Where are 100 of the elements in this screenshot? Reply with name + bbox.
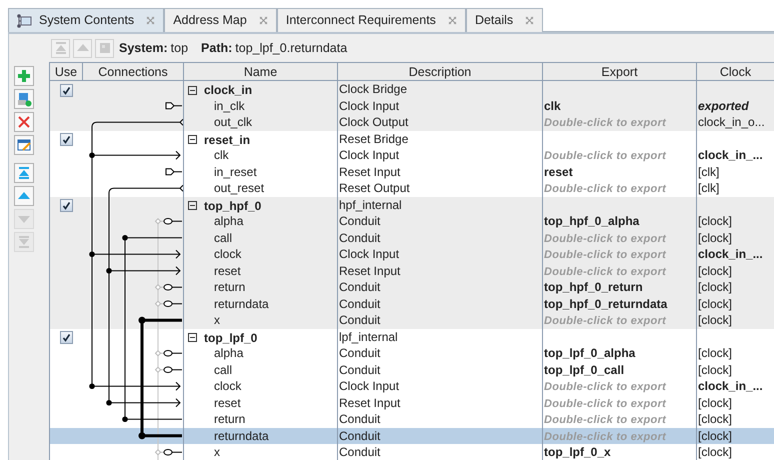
- port-description: Reset Input: [339, 396, 400, 410]
- port-description: Reset Output: [339, 181, 410, 195]
- side-button[interactable]: [14, 89, 34, 109]
- side-button[interactable]: [14, 163, 34, 183]
- port-name[interactable]: returndata: [214, 296, 269, 310]
- module-description: Reset Bridge: [339, 132, 408, 146]
- clock-value: [clock]: [698, 362, 732, 376]
- side-button[interactable]: [14, 66, 34, 86]
- close-icon[interactable]: [448, 16, 457, 25]
- module-name: reset_in: [204, 132, 250, 148]
- port-description: Clock Input: [339, 148, 400, 162]
- port-name[interactable]: reset: [214, 264, 241, 278]
- port-description: Clock Input: [339, 98, 400, 112]
- port-description: Conduit: [339, 214, 380, 228]
- port-description: Reset Input: [339, 164, 400, 178]
- clock-value: [clock]: [698, 428, 732, 442]
- clock-value: [clock]: [698, 230, 732, 244]
- module-name: top_hpf_0: [204, 198, 262, 214]
- clock-value: [clock]: [698, 396, 732, 410]
- port-description: Reset Input: [339, 264, 400, 278]
- export-name[interactable]: top_hpf_0_returndata: [544, 296, 668, 310]
- system-icon: [17, 14, 33, 28]
- port-description: Conduit: [339, 362, 380, 376]
- port-description: Conduit: [339, 296, 380, 310]
- module-description: lpf_internal: [339, 330, 398, 344]
- tab[interactable]: Details: [466, 8, 544, 32]
- port-description: Clock Output: [339, 115, 408, 129]
- clock-value: clock_in_...: [698, 148, 763, 162]
- collapse-icon[interactable]: [188, 333, 197, 342]
- port-name[interactable]: in_reset: [214, 164, 257, 178]
- side-button[interactable]: [14, 186, 34, 206]
- port-name[interactable]: alpha: [214, 214, 244, 228]
- close-icon[interactable]: [525, 16, 534, 25]
- plus-icon: [16, 68, 32, 84]
- port-name[interactable]: x: [214, 445, 220, 459]
- port-name[interactable]: returndata: [214, 428, 269, 442]
- move-bottom-icon: [16, 234, 32, 250]
- clock-value: [clock]: [698, 280, 732, 294]
- port-description: Clock Input: [339, 247, 400, 261]
- collapse-icon[interactable]: [188, 135, 197, 144]
- port-name[interactable]: out_reset: [214, 181, 264, 195]
- clock-value: [clock]: [698, 412, 732, 426]
- port-description: Conduit: [339, 428, 380, 442]
- use-checkbox[interactable]: [60, 331, 72, 344]
- side-button[interactable]: [14, 112, 34, 132]
- clock-value: [clock]: [698, 296, 732, 310]
- clock-value: [clk]: [698, 164, 720, 178]
- port-description: Conduit: [339, 313, 380, 327]
- side-button[interactable]: [14, 135, 34, 155]
- clock-value: [clock]: [698, 264, 732, 278]
- tab[interactable]: Address Map: [164, 8, 277, 32]
- collapse-icon[interactable]: [188, 201, 197, 210]
- port-name[interactable]: return: [214, 412, 246, 426]
- clock-value: clock_in_o...: [698, 115, 765, 129]
- system-label: System:: [119, 40, 168, 57]
- port-description: Clock Input: [339, 379, 400, 393]
- port-name[interactable]: in_clk: [214, 98, 245, 112]
- close-icon[interactable]: [258, 16, 268, 25]
- move-top-icon: [16, 165, 32, 181]
- port-name[interactable]: call: [214, 230, 232, 244]
- port-name[interactable]: alpha: [214, 346, 244, 360]
- port-name[interactable]: reset: [214, 396, 241, 410]
- system-name: top: [170, 40, 188, 57]
- column-header[interactable]: Use: [50, 63, 82, 82]
- port-name[interactable]: clk: [214, 148, 229, 162]
- clock-value: exported: [698, 98, 749, 112]
- export-name[interactable]: top_lpf_0_x: [544, 445, 611, 459]
- use-checkbox[interactable]: [60, 84, 72, 96]
- close-icon: [16, 114, 32, 130]
- port-name[interactable]: call: [214, 362, 232, 376]
- module-name: clock_in: [204, 82, 252, 99]
- port-name[interactable]: clock: [214, 247, 242, 261]
- port-name[interactable]: return: [214, 280, 246, 294]
- port-name[interactable]: out_clk: [214, 115, 252, 129]
- export-name[interactable]: top_hpf_0_alpha: [544, 214, 640, 228]
- port-description: Conduit: [339, 445, 380, 459]
- clock-value: clock_in_...: [698, 247, 763, 261]
- export-name[interactable]: top_hpf_0_return: [544, 280, 643, 294]
- clock-value: [clock]: [698, 445, 732, 459]
- module-name: top_lpf_0: [204, 330, 258, 346]
- module-description: Clock Bridge: [339, 82, 408, 96]
- port-name[interactable]: x: [214, 313, 220, 327]
- clock-value: [clk]: [698, 181, 720, 195]
- use-checkbox[interactable]: [60, 133, 72, 146]
- collapse-icon[interactable]: [188, 86, 197, 94]
- tab[interactable]: Interconnect Requirements: [276, 8, 466, 32]
- path-value: top_lpf_0.returndata: [235, 40, 348, 57]
- export-name[interactable]: top_lpf_0_alpha: [544, 346, 636, 360]
- clock-value: clock_in_...: [698, 379, 763, 393]
- export-name[interactable]: clk: [544, 98, 561, 112]
- export-name[interactable]: reset: [544, 164, 573, 178]
- tab[interactable]: System Contents: [8, 8, 164, 32]
- clock-value: [clock]: [698, 214, 732, 228]
- module-description: hpf_internal: [339, 198, 402, 212]
- close-icon[interactable]: [146, 16, 156, 25]
- use-checkbox[interactable]: [60, 199, 72, 212]
- clock-value: [clock]: [698, 313, 732, 327]
- export-name[interactable]: top_lpf_0_call: [544, 362, 624, 376]
- port-name[interactable]: clock: [214, 379, 242, 393]
- port-description: Conduit: [339, 412, 380, 426]
